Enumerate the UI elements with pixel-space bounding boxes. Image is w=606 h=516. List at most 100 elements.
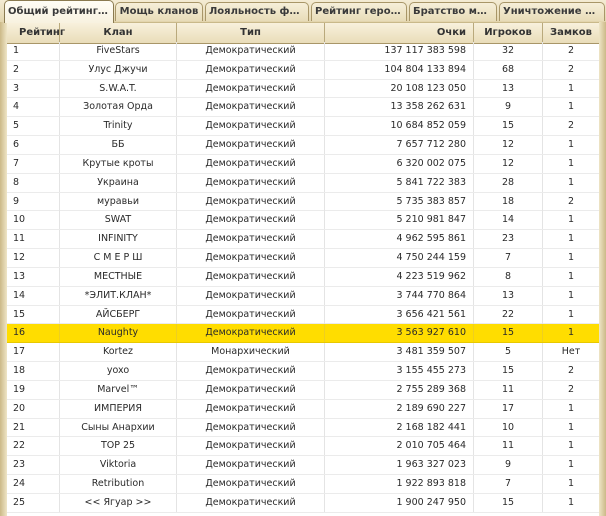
rank-cell: 13 — [7, 267, 60, 286]
table-row-highlighted[interactable]: 16 Naughty Демократический 3 563 927 610 15 1 — [7, 324, 599, 344]
table-row[interactable]: 14 *ЭЛИТ.КЛАН* Демократический 3 744 770 86… — [7, 286, 599, 306]
castles-cell: 1 — [567, 402, 575, 414]
tab-clan-power[interactable]: Мощь кланов — [115, 2, 203, 21]
column-header-type[interactable]: Тип — [177, 23, 325, 43]
clan-cell: Marvel™ — [60, 380, 177, 399]
table-row[interactable]: 21 Сыны Анархии Демократический 2 168 182 4… — [7, 418, 599, 438]
rank-cell: 8 — [7, 173, 60, 192]
clan-cell: yoxo — [60, 362, 177, 381]
tab-sword-brotherhood[interactable]: Братство меча — [409, 2, 497, 21]
table-row[interactable]: 15 АЙСБЕРГ Демократический 3 656 421 561 22 1 — [7, 305, 599, 325]
castles-cell: 1 — [567, 233, 575, 245]
rank-cell: 4 — [7, 98, 60, 117]
rank-cell: 14 — [7, 286, 60, 305]
tab-hero-rating[interactable]: Рейтинг героев — [311, 2, 407, 21]
castles-cell: 1 — [567, 176, 575, 188]
column-header-castles[interactable]: Замков — [543, 23, 599, 43]
type-cell: Демократический — [177, 437, 325, 456]
players-cell: 9 — [474, 98, 543, 117]
table-row[interactable]: 5 Trinity Демократический 10 684 852 059 15 2 — [7, 117, 599, 137]
tab-destruction[interactable]: Уничтожение р... — [499, 2, 605, 21]
castles-cell: 1 — [567, 496, 575, 508]
castles-cell: 1 — [567, 252, 575, 264]
column-header-players[interactable]: Игроков — [474, 23, 543, 43]
players-cell: 8 — [474, 267, 543, 286]
players-cell: 12 — [474, 136, 543, 155]
castles-cell: 1 — [567, 478, 575, 490]
type-cell: Демократический — [177, 305, 325, 324]
type-cell: Демократический — [177, 79, 325, 98]
table-row[interactable]: 10 SWAT Демократический 5 210 981 847 14 1 — [7, 211, 599, 231]
type-cell: Монархический — [177, 343, 325, 362]
points-cell: 3 563 927 610 — [325, 324, 474, 343]
points-cell: 104 804 133 894 — [325, 60, 474, 79]
points-cell: 5 735 383 857 — [325, 192, 474, 211]
clan-cell: SWAT — [60, 211, 177, 230]
rank-cell: 12 — [7, 249, 60, 268]
castles-cell: 2 — [567, 45, 575, 56]
table-row[interactable]: 12 С М Е Р Ш Демократический 4 750 244 159 7… — [7, 249, 599, 268]
column-header-clan[interactable]: Клан — [60, 23, 177, 43]
castles-cell: 1 — [567, 421, 575, 433]
table-row[interactable]: 11 INFINITY Демократический 4 962 595 861 23… — [7, 230, 599, 250]
type-cell: Демократический — [177, 211, 325, 230]
table-row[interactable]: 9 муравьи Демократический 5 735 383 857 18 2 — [7, 192, 599, 212]
table-row[interactable]: 1 FiveStars Демократический 137 117 383 598… — [7, 42, 599, 61]
type-cell: Демократический — [177, 324, 325, 343]
players-cell: 17 — [474, 399, 543, 418]
column-header-points[interactable]: Очки — [325, 23, 474, 43]
table-row[interactable]: 17 Kortez Монархический 3 481 359 507 5 Нет — [7, 343, 599, 363]
type-cell: Демократический — [177, 493, 325, 512]
type-cell: Демократический — [177, 117, 325, 136]
table-row[interactable]: 20 ИМПЕРИЯ Демократический 2 189 690 227 17 1 — [7, 399, 599, 419]
castles-cell: 1 — [567, 327, 575, 339]
rating-table-body: 1 FiveStars Демократический 137 117 383 598… — [7, 42, 599, 513]
rank-cell: 11 — [7, 230, 60, 249]
rank-cell: 22 — [7, 437, 60, 456]
table-row[interactable]: 4 Золотая Орда Демократический 13 358 262 6… — [7, 98, 599, 118]
table-row[interactable]: 19 Marvel™ Демократический 2 755 289 368 11 2 — [7, 380, 599, 400]
table-row[interactable]: 25 << Ягуар >> Демократический 1 900 247 95… — [7, 493, 599, 513]
players-cell: 18 — [474, 192, 543, 211]
table-row[interactable]: 8 Украина Демократический 5 841 722 383 28 1 — [7, 173, 599, 193]
points-cell: 5 841 722 383 — [325, 173, 474, 192]
players-cell: 23 — [474, 230, 543, 249]
type-cell: Демократический — [177, 42, 325, 60]
table-row[interactable]: 18 yoxo Демократический 3 155 455 273 15 2 — [7, 362, 599, 381]
table-row[interactable]: 2 Улус Джучи Демократический 104 804 133 89… — [7, 60, 599, 80]
clan-cell: INFINITY — [60, 230, 177, 249]
players-cell: 5 — [474, 343, 543, 362]
clan-cell: << Ягуар >> — [60, 493, 177, 512]
table-row[interactable]: 22 TOP 25 Демократический 2 010 705 464 11 1 — [7, 437, 599, 457]
type-cell: Демократический — [177, 380, 325, 399]
clan-cell: *ЭЛИТ.КЛАН* — [60, 286, 177, 305]
clan-cell: Крутые кроты — [60, 154, 177, 173]
table-row[interactable]: 7 Крутые кроты Демократический 6 320 002 07… — [7, 154, 599, 174]
players-cell: 7 — [474, 249, 543, 268]
clan-cell: Trinity — [60, 117, 177, 136]
castles-cell: 1 — [567, 214, 575, 226]
table-row[interactable]: 24 Retribution Демократический 1 922 893 81… — [7, 475, 599, 494]
points-cell: 1 900 247 950 — [325, 493, 474, 512]
tab-loyalty[interactable]: Лояльность фр... — [205, 2, 309, 21]
clan-cell: ББ — [60, 136, 177, 155]
table-row[interactable]: 23 Viktoria Демократический 1 963 327 023 9 1 — [7, 456, 599, 476]
table-header: Рейтинг Клан Тип Очки Игроков Замков — [7, 22, 599, 44]
table-row[interactable]: 6 ББ Демократический 7 657 712 280 12 1 — [7, 136, 599, 155]
clan-cell: Naughty — [60, 324, 177, 343]
points-cell: 4 750 244 159 — [325, 249, 474, 268]
type-cell: Демократический — [177, 362, 325, 381]
table-row[interactable]: 13 МЕСТНЫЕ Демократический 4 223 519 962 8 1 — [7, 267, 599, 287]
castles-cell: Нет — [561, 346, 581, 358]
rank-cell: 5 — [7, 117, 60, 136]
tab-bar: Общий рейтинг ... Мощь кланов Лояльность… — [0, 0, 606, 23]
points-cell: 3 744 770 864 — [325, 286, 474, 305]
castles-cell: 2 — [567, 63, 575, 75]
table-row[interactable]: 3 S.W.A.T. Демократический 20 108 123 050 13… — [7, 79, 599, 99]
tab-overall-rating[interactable]: Общий рейтинг ... — [4, 0, 114, 23]
column-header-rank[interactable]: Рейтинг — [7, 23, 65, 43]
points-cell: 7 657 712 280 — [325, 136, 474, 155]
rank-cell: 1 — [7, 42, 60, 60]
clan-cell: FiveStars — [60, 42, 177, 60]
rank-cell: 15 — [7, 305, 60, 324]
